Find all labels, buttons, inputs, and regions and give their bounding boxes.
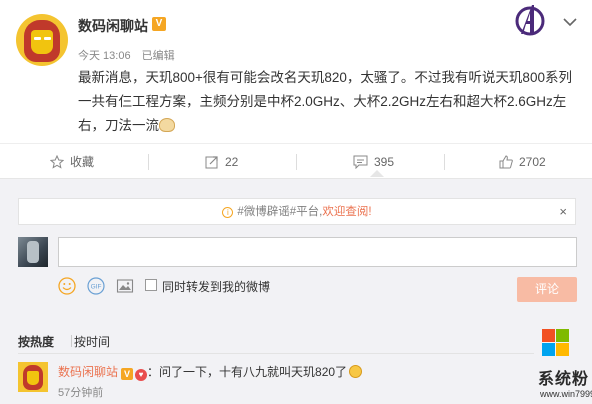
flame-badge-icon: ♥ [135,369,148,381]
emoji-icon[interactable] [58,277,76,295]
comment-icon [353,155,368,170]
comment-count: 395 [374,155,395,169]
tab-by-hot[interactable]: 按热度 [18,333,54,350]
like-button[interactable]: 2702 [499,144,546,180]
gif-icon[interactable]: GIF [87,277,105,295]
divider [18,353,534,354]
reply-time: 57分钟前 [58,387,104,399]
star-icon [49,154,65,169]
divider [296,154,297,170]
reply-item: 数码闲聊站 V ♥ ：问了一下，十有八九就叫天玑820了 [58,363,363,381]
post-author-name[interactable]: 数码闲聊站 [78,16,148,36]
reply-text: ：问了一下，十有八九就叫天玑820了 [147,365,348,379]
forward-button[interactable]: 22 [205,144,238,180]
reply-author-name[interactable]: 数码闲聊站 [58,365,118,379]
close-icon[interactable]: × [559,199,567,225]
favorite-label: 收藏 [70,155,95,169]
laughing-emoji-icon [349,365,363,378]
verified-badge-icon: V [121,368,134,380]
site-watermark: 系统粉 www.win7999.com [538,326,592,404]
like-count: 2702 [519,155,546,169]
verified-badge-icon: V [152,17,166,31]
tab-by-time[interactable]: 按时间 [74,333,110,350]
post-meta: 今天 13:06 已编辑 [78,47,183,63]
watermark-text: 系统粉 [538,371,590,388]
author-avatar[interactable] [16,14,68,66]
weibo-post: 数码闲聊站 V 今天 13:06 已编辑 最新消息，天玑800+很有可能会改名天… [0,0,592,143]
rumor-notice-banner[interactable]: i #微博辟谣#平台,欢迎查阅! × [18,198,576,225]
dog-emoji-icon [159,118,175,132]
forward-checkbox[interactable] [145,279,157,291]
forward-icon [205,156,218,169]
post-text: 最新消息，天玑800+很有可能会改名天玑820，太骚了。不过我有听说天玑800系… [78,70,572,133]
forward-checkbox-label[interactable]: 同时转发到我的微博 [162,278,270,295]
notice-link[interactable]: 欢迎查阅! [322,206,371,218]
thumbs-up-icon [499,155,513,169]
forward-count: 22 [225,155,239,169]
action-bar: 收藏 22 395 2702 [0,143,592,179]
submit-comment-button[interactable]: 评论 [517,277,577,302]
comment-input[interactable] [58,237,577,267]
divider [444,154,445,170]
comment-caret [370,170,384,177]
post-body: 最新消息，天玑800+很有可能会改名天玑820，太骚了。不过我有听说天玑800系… [78,66,576,138]
edited-label: 已编辑 [141,50,175,62]
watermark-url: www.win7999.com [540,389,592,399]
post-time[interactable]: 今天 13:06 [78,50,131,62]
svg-text:GIF: GIF [91,284,102,291]
user-avatar [18,237,48,267]
image-icon[interactable] [116,277,134,295]
avengers-logo-icon [515,5,545,36]
comment-area: i #微博辟谣#平台,欢迎查阅! × GIF 同时转发到我的微博 评论 按热度 按… [0,178,592,404]
reply-author-avatar[interactable] [18,362,48,392]
info-icon: i [222,207,234,218]
notice-text: #微博辟谣#平台, [237,206,323,218]
favorite-button[interactable]: 收藏 [49,144,95,180]
divider [71,335,72,347]
chevron-down-icon[interactable] [563,17,577,27]
windows-logo-icon [542,329,569,356]
divider [148,154,149,170]
